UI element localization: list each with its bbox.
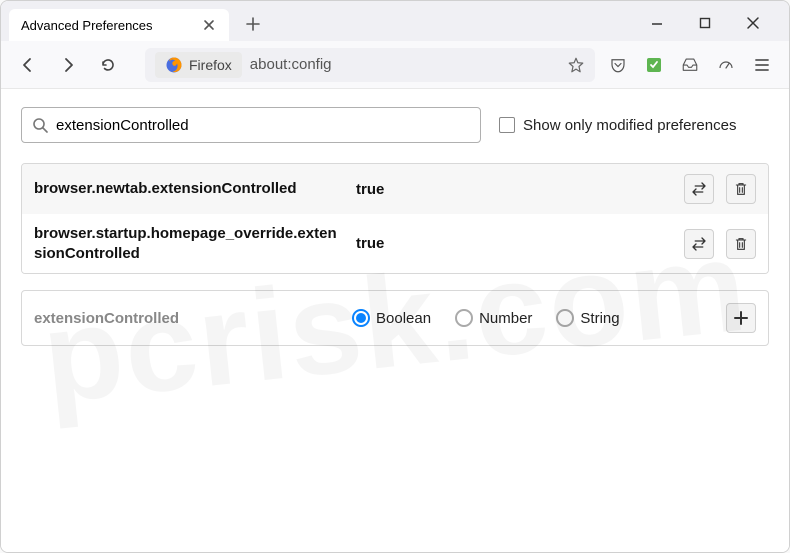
preference-search-box[interactable] — [21, 107, 481, 143]
search-icon — [32, 117, 48, 133]
new-preference-name: extensionControlled — [34, 310, 344, 327]
radio-icon — [352, 309, 370, 327]
close-window-button[interactable] — [739, 9, 767, 37]
preference-row: browser.newtab.extensionControlled true — [22, 164, 768, 214]
about-config-content: pcrisk.com Show only modified preference… — [1, 89, 789, 552]
url-bar[interactable]: Firefox about:config — [145, 48, 595, 82]
site-identity-label: Firefox — [189, 57, 232, 73]
dashboard-icon[interactable] — [709, 48, 743, 82]
radio-label: String — [580, 310, 619, 327]
radio-icon — [455, 309, 473, 327]
inbox-icon[interactable] — [673, 48, 707, 82]
extension-icon[interactable] — [637, 48, 671, 82]
radio-label: Boolean — [376, 310, 431, 327]
checkbox-label: Show only modified preferences — [523, 117, 736, 134]
close-tab-icon[interactable] — [201, 17, 217, 33]
bookmark-star-icon[interactable] — [567, 56, 585, 74]
site-identity[interactable]: Firefox — [155, 52, 242, 78]
preference-row: browser.startup.homepage_override.extens… — [22, 214, 768, 273]
delete-button[interactable] — [726, 174, 756, 204]
radio-number[interactable]: Number — [455, 309, 532, 327]
new-preference-box: extensionControlled Boolean Number Strin… — [21, 290, 769, 346]
reload-button[interactable] — [91, 48, 125, 82]
tab-title: Advanced Preferences — [21, 18, 153, 33]
menu-icon[interactable] — [745, 48, 779, 82]
browser-toolbar: Firefox about:config — [1, 41, 789, 89]
preference-name: browser.newtab.extensionControlled — [34, 179, 344, 199]
toggle-button[interactable] — [684, 174, 714, 204]
checkbox-icon — [499, 117, 515, 133]
preference-search-input[interactable] — [56, 117, 470, 134]
radio-label: Number — [479, 310, 532, 327]
new-tab-button[interactable] — [239, 10, 267, 38]
preference-value: true — [356, 235, 672, 252]
forward-button[interactable] — [51, 48, 85, 82]
browser-tab[interactable]: Advanced Preferences — [9, 9, 229, 41]
window-controls — [643, 9, 781, 37]
show-modified-checkbox[interactable]: Show only modified preferences — [499, 117, 736, 134]
type-radio-group: Boolean Number String — [352, 309, 718, 327]
maximize-button[interactable] — [691, 9, 719, 37]
radio-string[interactable]: String — [556, 309, 619, 327]
radio-boolean[interactable]: Boolean — [352, 309, 431, 327]
tab-bar: Advanced Preferences — [1, 1, 789, 41]
pocket-icon[interactable] — [601, 48, 635, 82]
preference-list: browser.newtab.extensionControlled true … — [21, 163, 769, 274]
preference-name: browser.startup.homepage_override.extens… — [34, 224, 344, 263]
delete-button[interactable] — [726, 229, 756, 259]
toggle-button[interactable] — [684, 229, 714, 259]
url-text: about:config — [250, 56, 559, 73]
minimize-button[interactable] — [643, 9, 671, 37]
radio-icon — [556, 309, 574, 327]
firefox-logo-icon — [165, 56, 183, 74]
back-button[interactable] — [11, 48, 45, 82]
add-preference-button[interactable] — [726, 303, 756, 333]
preference-value: true — [356, 181, 672, 198]
